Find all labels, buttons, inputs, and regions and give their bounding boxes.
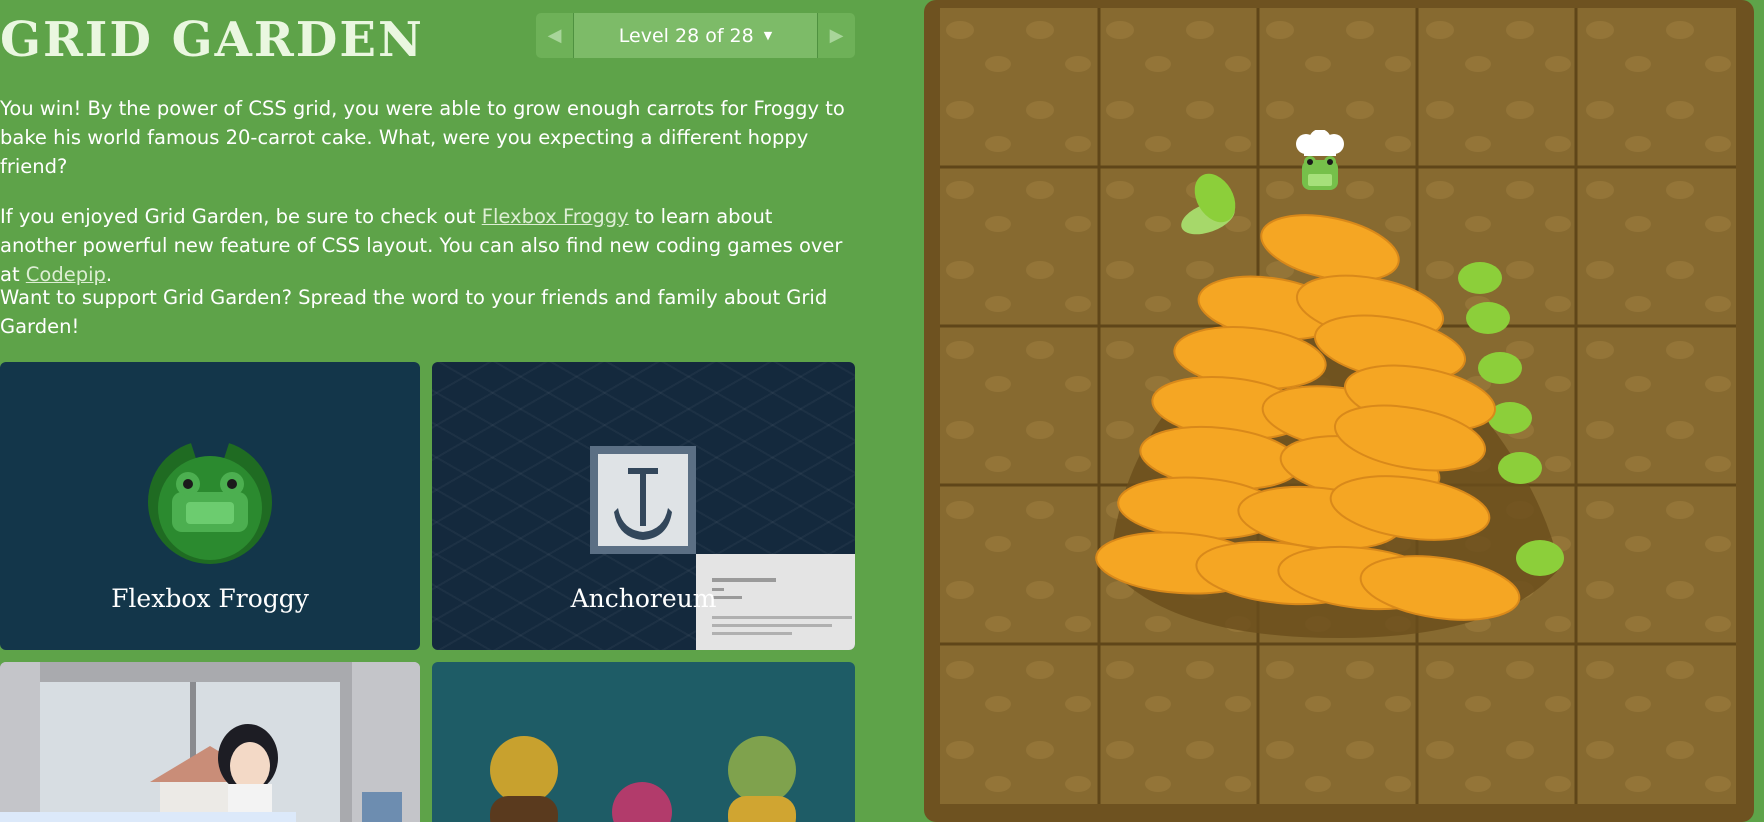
instructions-panel: GRID GARDEN ◀ Level 28 of 28 ▼ ▶ You win…	[0, 0, 860, 822]
game-card-anchoreum[interactable]: Anchoreum	[432, 362, 855, 650]
triangle-right-icon: ▶	[829, 25, 844, 46]
level-indicator-dropdown[interactable]: Level 28 of 28 ▼	[574, 13, 817, 58]
level-label: Level 28 of 28	[618, 24, 754, 47]
anime-girl-illustration	[0, 662, 420, 822]
next-level-button[interactable]: ▶	[817, 13, 855, 58]
recommendation-text: If you enjoyed Grid Garden, be sure to c…	[0, 205, 843, 286]
game-card-flexbox-froggy[interactable]: Flexbox Froggy	[0, 362, 420, 650]
level-navigation: ◀ Level 28 of 28 ▼ ▶	[536, 13, 855, 58]
game-card-anime[interactable]	[0, 662, 420, 822]
game-card-characters[interactable]	[432, 662, 855, 822]
game-card-label: Anchoreum	[570, 584, 717, 613]
win-message: You win! By the power of CSS grid, you w…	[0, 97, 845, 178]
frog-chef-icon	[1296, 130, 1344, 190]
garden-grid	[940, 8, 1736, 804]
carrot-pile-icon	[1095, 173, 1564, 638]
game-card-label: Flexbox Froggy	[111, 584, 309, 613]
previous-level-button[interactable]: ◀	[536, 13, 574, 58]
three-characters-illustration	[490, 736, 796, 822]
caret-down-icon: ▼	[763, 29, 773, 42]
support-text: Want to support Grid Garden? Spread the …	[0, 286, 828, 338]
game-title: GRID GARDEN	[0, 12, 424, 68]
triangle-left-icon: ◀	[547, 25, 562, 46]
flexbox-froggy-link[interactable]: Flexbox Froggy	[482, 205, 629, 228]
garden-board	[924, 0, 1754, 822]
